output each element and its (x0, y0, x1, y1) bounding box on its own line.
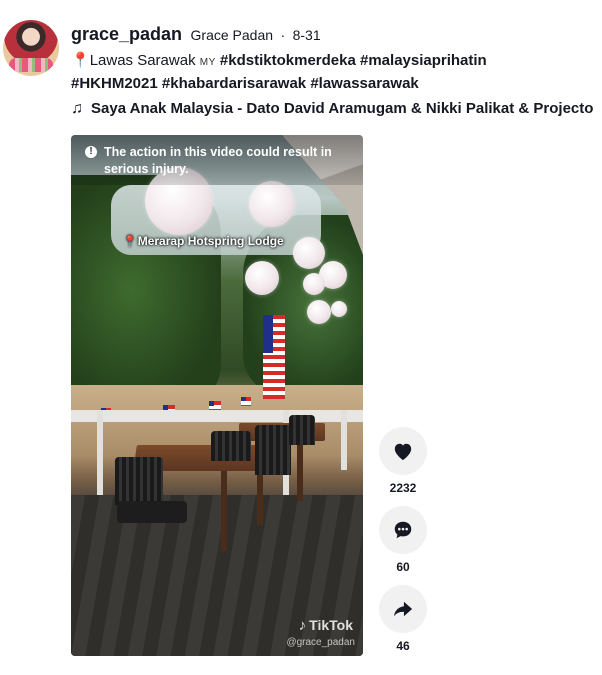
warning-text: The action in this video could result in… (104, 145, 332, 176)
like-count: 2232 (389, 481, 417, 495)
description-line-1: 📍Lawas Sarawak MY #kdstiktokmerdeka #mal… (71, 50, 591, 73)
warning-icon: ! (85, 146, 97, 158)
tiktok-watermark: ♪ TikTok (299, 617, 353, 634)
share-action: 46 (379, 585, 427, 653)
description-line-2: #HKHM2021 #khabardarisarawak #lawassaraw… (71, 73, 591, 94)
location-pin-icon: 📍 (71, 52, 90, 69)
location-sticker: 📍Merarap Hotspring Lodge (123, 234, 284, 248)
lantern (307, 300, 331, 324)
chair (115, 457, 163, 505)
separator: · (280, 27, 286, 43)
comment-icon (394, 521, 412, 539)
hashtag-link[interactable]: #HKHM2021 (71, 75, 158, 92)
malaysia-flag (241, 397, 251, 406)
music-link[interactable]: ♫ Saya Anak Malaysia - Dato David Aramuga… (71, 100, 601, 118)
video-description: 📍Lawas Sarawak MY #kdstiktokmerdeka #mal… (71, 50, 591, 94)
author-nickname[interactable]: Grace Padan (191, 27, 274, 43)
chair (117, 501, 187, 523)
music-note-icon: ♫ (71, 100, 83, 117)
video-player[interactable]: ! The action in this video could result … (71, 135, 363, 656)
flag-label: MY (199, 57, 216, 68)
like-action: 2232 (379, 427, 427, 495)
location-sticker-text: Merarap Hotspring Lodge (137, 234, 284, 248)
lantern (303, 273, 325, 295)
music-title: Saya Anak Malaysia - Dato David Aramugam… (91, 100, 594, 117)
post-date: 8-31 (292, 27, 321, 43)
hashtag-link[interactable]: #lawassarawak (310, 75, 418, 92)
comment-button[interactable] (379, 506, 427, 554)
location-pin-icon: 📍 (123, 236, 137, 248)
comment-action: 60 (379, 506, 427, 574)
chair (255, 425, 291, 475)
tiktok-logo-icon: ♪ (298, 617, 307, 634)
watermark-brand: TikTok (309, 617, 353, 633)
lantern (245, 261, 279, 295)
description-location: Lawas Sarawak (89, 52, 196, 69)
lantern (249, 181, 295, 227)
hashtag-link[interactable]: #kdstiktokmerdeka (220, 52, 356, 69)
watermark-user: @grace_padan (286, 637, 355, 648)
heart-icon (394, 443, 412, 461)
chair (211, 431, 251, 461)
safety-warning-banner: ! The action in this video could result … (71, 135, 363, 185)
hashtag-link[interactable]: #khabardarisarawak (162, 75, 306, 92)
lantern (293, 237, 325, 269)
share-button[interactable] (379, 585, 427, 633)
malaysia-flag (263, 315, 285, 399)
comment-count: 60 (396, 560, 410, 574)
author-username[interactable]: grace_padan (71, 24, 182, 44)
table-leg (221, 471, 227, 551)
like-button[interactable] (379, 427, 427, 475)
author-header: grace_padan Grace Padan · 8-31 (71, 24, 321, 45)
table-leg (297, 441, 303, 501)
share-count: 46 (396, 639, 410, 653)
chair (289, 415, 315, 445)
author-avatar[interactable] (3, 20, 59, 76)
avatar-flowers (9, 58, 53, 72)
railing-post (341, 410, 347, 470)
share-arrow-icon (393, 601, 413, 617)
deck-railing (71, 410, 363, 422)
hashtag-link[interactable]: #malaysiaprihatin (360, 52, 487, 69)
lantern (331, 301, 347, 317)
